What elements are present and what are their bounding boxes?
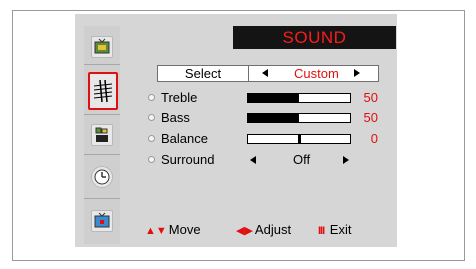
- menu-title: SOUND: [233, 26, 396, 49]
- move-label: Move: [168, 222, 201, 237]
- bass-value: 50: [363, 110, 378, 125]
- adjust-hint: ◀▶ Adjust: [236, 222, 291, 239]
- bullet-icon: [148, 156, 155, 163]
- picture-icon[interactable]: [91, 36, 113, 58]
- up-down-icon: ▲▼: [145, 225, 167, 237]
- bullet-icon: [148, 135, 155, 142]
- balance-marker: [298, 135, 301, 143]
- exit-hint: III Exit: [318, 222, 351, 239]
- adjust-label: Adjust: [254, 222, 292, 237]
- menu-sidebar: [84, 26, 120, 244]
- balance-label: Balance: [161, 131, 208, 146]
- sound-icon[interactable]: [88, 72, 118, 110]
- sidebar-divider: [84, 114, 120, 115]
- balance-value: 0: [370, 131, 378, 146]
- surround-value: Off: [293, 152, 311, 167]
- treble-slider[interactable]: [247, 93, 351, 103]
- setup-icon[interactable]: [91, 166, 113, 188]
- left-right-icon: ◀▶: [236, 225, 253, 237]
- exit-label: Exit: [329, 222, 352, 237]
- bass-label: Bass: [161, 110, 190, 125]
- select-value: Custom: [294, 66, 339, 81]
- bass-fill: [248, 114, 299, 122]
- treble-value: 50: [363, 90, 378, 105]
- bass-slider[interactable]: [247, 113, 351, 123]
- channel-icon[interactable]: [91, 124, 113, 146]
- select-label: Select: [158, 66, 249, 81]
- treble-label: Treble: [161, 90, 198, 105]
- menu-icon: III: [318, 225, 325, 237]
- arrow-right-icon[interactable]: [343, 156, 349, 164]
- balance-slider[interactable]: [247, 134, 351, 144]
- input-icon[interactable]: [91, 210, 113, 232]
- arrow-left-icon[interactable]: [262, 69, 268, 77]
- sidebar-divider: [84, 154, 120, 155]
- treble-fill: [248, 94, 299, 102]
- arrow-left-icon[interactable]: [250, 156, 256, 164]
- bullet-icon: [148, 114, 155, 121]
- sidebar-divider: [84, 64, 120, 65]
- surround-row[interactable]: Surround Off: [148, 152, 378, 168]
- sidebar-divider: [84, 198, 120, 199]
- bullet-icon: [148, 94, 155, 101]
- move-hint: ▲▼ Move: [145, 222, 201, 239]
- arrow-right-icon[interactable]: [354, 69, 360, 77]
- surround-label: Surround: [161, 152, 215, 167]
- select-row[interactable]: Select Custom: [157, 65, 379, 82]
